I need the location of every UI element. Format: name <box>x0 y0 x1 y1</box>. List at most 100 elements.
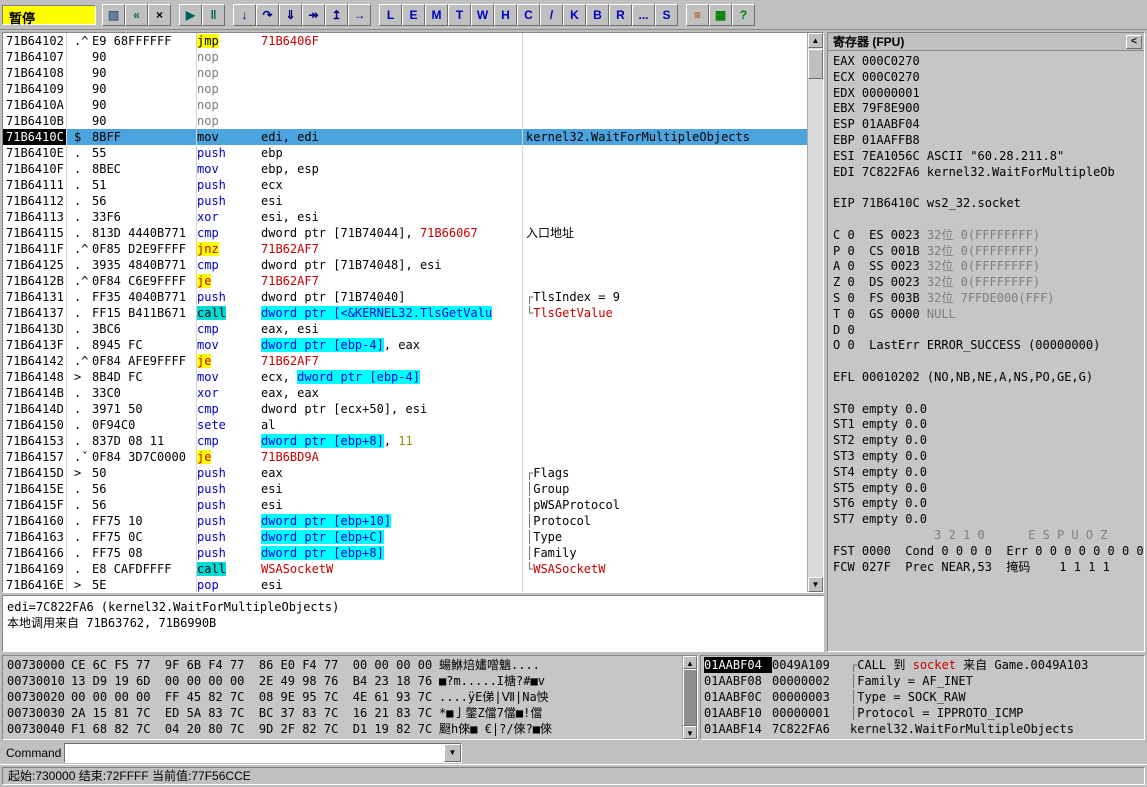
disasm-row[interactable]: 71B64160. FF75 10 push dword ptr [ebp+10] │P… <box>3 513 807 529</box>
chevron-down-icon[interactable]: ▼ <box>444 744 461 762</box>
register-line[interactable]: EFL 00010202 (NO,NB,NE,A,NS,PO,GE,G) <box>833 369 1144 385</box>
register-line[interactable]: FST 0000 Cond 0 0 0 0 Err 0 0 0 0 0 0 0 … <box>833 543 1144 559</box>
windows-window-button[interactable]: W <box>471 3 494 26</box>
register-line[interactable]: ESP 01AABF04 <box>833 116 1144 132</box>
disasm-row[interactable]: 71B64153. 837D 08 11 cmp dword ptr [ebp+8],… <box>3 433 807 449</box>
disasm-row[interactable]: 71B64166. FF75 08 push dword ptr [ebp+8] │Fa… <box>3 545 807 561</box>
disasm-row[interactable]: 71B64142 .^ 0F84 AFE9FFFF je 71B62AF7 <box>3 353 807 369</box>
disasm-row[interactable]: 71B6410A 90 nop <box>3 97 807 113</box>
disasm-row[interactable]: 71B64169. E8 CAFDFFFF call WSASocketW └WSASo… <box>3 561 807 577</box>
disasm-row[interactable]: 71B64125. 3935 4840B771 cmp dword ptr [71B7… <box>3 257 807 273</box>
call-stack-window-button[interactable]: K <box>563 3 586 26</box>
register-line[interactable]: C 0 ES 0023 32位 0(FFFFFFFF) <box>833 227 1144 243</box>
command-input[interactable] <box>66 745 442 761</box>
register-line[interactable]: ST3 empty 0.0 <box>833 448 1144 464</box>
disasm-row[interactable]: 71B6410F. 8BEC mov ebp, esp <box>3 161 807 177</box>
disasm-row[interactable]: 71B6413F. 8945 FC mov dword ptr [ebp-4], ea… <box>3 337 807 353</box>
references-window-button[interactable]: R <box>609 3 632 26</box>
disasm-row[interactable]: 71B64163. FF75 0C push dword ptr [ebp+C] │Ty… <box>3 529 807 545</box>
disasm-row[interactable]: 71B6412B .^ 0F84 C6E9FFFF je 71B62AF7 <box>3 273 807 289</box>
disasm-row[interactable]: 71B6410B 90 nop <box>3 113 807 129</box>
disasm-row[interactable]: 71B64115. 813D 4440B771 cmp dword ptr [71B7… <box>3 225 807 241</box>
stack-row[interactable]: 01AABF04 0049A109 ┌CALL 到 socket 来自 Game.0… <box>704 657 1144 673</box>
register-line[interactable]: ST0 empty 0.0 <box>833 401 1144 417</box>
open-file-button[interactable]: ▨ <box>102 3 125 26</box>
register-line[interactable]: EDI 7C822FA6 kernel32.WaitForMultipleOb <box>833 164 1144 180</box>
command-combobox[interactable]: ▼ <box>64 743 462 763</box>
disasm-row[interactable]: 71B64157 .ˇ 0F84 3D7C0000 je 71B6BD9A <box>3 449 807 465</box>
disasm-row[interactable]: 71B64102 .^ E9 68FFFFFF jmp 71B6406F <box>3 33 807 49</box>
memory-window-button[interactable]: M <box>425 3 448 26</box>
step-into-button[interactable]: ↓ <box>233 3 256 26</box>
register-line[interactable]: ST1 empty 0.0 <box>833 416 1144 432</box>
handles-window-button[interactable]: H <box>494 3 517 26</box>
log-window-button[interactable]: L <box>379 3 402 26</box>
disasm-row[interactable]: 71B64131. FF35 4040B771 push dword ptr [71B… <box>3 289 807 305</box>
scroll-thumb[interactable] <box>808 49 823 79</box>
scroll-down-icon[interactable]: ▼ <box>808 577 823 592</box>
dump-scrollbar[interactable]: ▲ ▼ <box>682 656 697 739</box>
stack-row[interactable]: 01AABF14 7C822FA6 kernel32.WaitForMultiple… <box>704 721 1144 737</box>
run-button[interactable]: ▶ <box>179 3 202 26</box>
register-line[interactable] <box>833 385 1144 401</box>
disasm-row[interactable]: 71B6413D. 3BC6 cmp eax, esi <box>3 321 807 337</box>
disasm-row[interactable]: 71B6410C $8BFF mov edi, edi kernel32.WaitFor… <box>3 129 807 145</box>
run-trace-window-button[interactable]: ... <box>632 3 655 26</box>
register-line[interactable] <box>833 353 1144 369</box>
register-line[interactable]: EBP 01AAFFB8 <box>833 132 1144 148</box>
step-over-button[interactable]: ↷ <box>256 3 279 26</box>
register-line[interactable]: A 0 SS 0023 32位 0(FFFFFFFF) <box>833 258 1144 274</box>
restart-button[interactable]: « <box>125 3 148 26</box>
register-line[interactable]: 3 2 1 0 E S P U O Z <box>833 527 1144 543</box>
register-line[interactable]: Z 0 DS 0023 32位 0(FFFFFFFF) <box>833 274 1144 290</box>
disasm-row[interactable]: 71B64107 90 nop <box>3 49 807 65</box>
register-line[interactable]: ST7 empty 0.0 <box>833 511 1144 527</box>
cpu-window-button[interactable]: C <box>517 3 540 26</box>
pause-button[interactable]: ‖ <box>202 3 225 26</box>
scroll-down-icon[interactable]: ▼ <box>683 726 697 739</box>
disasm-row[interactable]: 71B64137. FF15 B411B671 call dword ptr [<&K… <box>3 305 807 321</box>
register-line[interactable]: P 0 CS 001B 32位 0(FFFFFFFF) <box>833 243 1144 259</box>
stack-row[interactable]: 01AABF10 00000001 │Protocol = IPPROTO_ICMP <box>704 705 1144 721</box>
dump-row[interactable]: 00730010 13 D9 19 6D 00 00 00 00 2E 49 98… <box>7 673 682 689</box>
help-button[interactable]: ? <box>732 3 755 26</box>
animate-into-button[interactable]: ⇓ <box>279 3 302 26</box>
register-line[interactable]: T 0 GS 0000 NULL <box>833 306 1144 322</box>
threads-window-button[interactable]: T <box>448 3 471 26</box>
disasm-row[interactable]: 71B64109 90 nop <box>3 81 807 97</box>
disasm-row[interactable]: 71B64113. 33F6 xor esi, esi <box>3 209 807 225</box>
register-line[interactable] <box>833 179 1144 195</box>
register-line[interactable]: ST6 empty 0.0 <box>833 495 1144 511</box>
register-line[interactable]: ECX 000C0270 <box>833 69 1144 85</box>
register-line[interactable]: EBX 79F8E900 <box>833 100 1144 116</box>
register-line[interactable] <box>833 211 1144 227</box>
appearance-button[interactable]: ▦ <box>709 3 732 26</box>
register-line[interactable]: FCW 027F Prec NEAR,53 掩码 1 1 1 1 <box>833 559 1144 575</box>
dump-row[interactable]: 00730030 2A 15 81 7C ED 5A 83 7C BC 37 83… <box>7 705 682 721</box>
register-line[interactable]: EIP 71B6410C ws2_32.socket <box>833 195 1144 211</box>
register-line[interactable]: S 0 FS 003B 32位 7FFDE000(FFF) <box>833 290 1144 306</box>
disasm-row[interactable]: 71B64112. 56 push esi <box>3 193 807 209</box>
registers-collapse-button[interactable]: < <box>1126 35 1142 49</box>
register-line[interactable]: ST2 empty 0.0 <box>833 432 1144 448</box>
disasm-row[interactable]: 71B6415D >50 push eax ┌Flags <box>3 465 807 481</box>
scroll-up-icon[interactable]: ▲ <box>808 33 823 48</box>
animate-over-button[interactable]: ↠ <box>302 3 325 26</box>
dump-row[interactable]: 00730040 F1 68 82 7C 04 20 80 7C 9D 2F 82… <box>7 721 682 737</box>
disasm-row[interactable]: 71B64148 >8B4D FC mov ecx, dword ptr [ebp-4… <box>3 369 807 385</box>
dump-row[interactable]: 00730000 CE 6C F5 77 9F 6B F4 77 86 E0 F4… <box>7 657 682 673</box>
execute-till-return-button[interactable]: ↥ <box>325 3 348 26</box>
disasm-row[interactable]: 71B64111. 51 push ecx <box>3 177 807 193</box>
patches-window-button[interactable]: / <box>540 3 563 26</box>
register-line[interactable]: D 0 <box>833 322 1144 338</box>
register-line[interactable]: EAX 000C0270 <box>833 53 1144 69</box>
options-button[interactable]: ≡ <box>686 3 709 26</box>
scroll-up-icon[interactable]: ▲ <box>683 656 697 669</box>
disasm-row[interactable]: 71B6414D. 3971 50 cmp dword ptr [ecx+50], e… <box>3 401 807 417</box>
stack-row[interactable]: 01AABF08 00000002 │Family = AF_INET <box>704 673 1144 689</box>
register-line[interactable]: ESI 7EA1056C ASCII "60.28.211.8" <box>833 148 1144 164</box>
disasm-row[interactable]: 71B6415E. 56 push esi │Group <box>3 481 807 497</box>
disasm-row[interactable]: 71B6416E >5E pop esi <box>3 577 807 592</box>
disasm-row[interactable]: 71B64150. 0F94C0 sete al <box>3 417 807 433</box>
disasm-row[interactable]: 71B6411F .^ 0F85 D2E9FFFF jnz 71B62AF7 <box>3 241 807 257</box>
